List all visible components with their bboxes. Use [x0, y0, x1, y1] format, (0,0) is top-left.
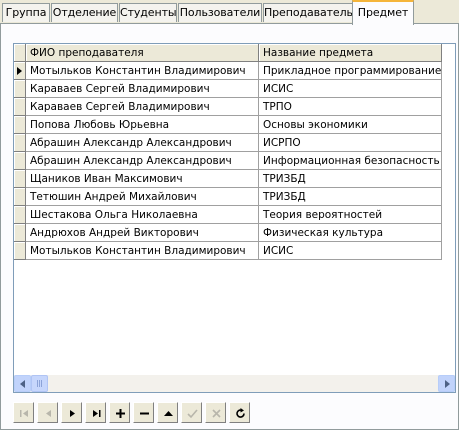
tab-group[interactable]: Группа	[2, 3, 50, 22]
cell-teacher-name[interactable]: Караваев Сергей Владимирович	[25, 97, 259, 116]
table-row[interactable]: Андрюхов Андрей Викторович Физическая кул…	[14, 223, 443, 242]
cell-subject-name[interactable]: ИСИС	[258, 241, 443, 260]
row-indicator[interactable]	[14, 187, 26, 206]
refresh-data-button[interactable]	[229, 402, 250, 423]
indicator-header	[14, 44, 26, 62]
column-header-subject[interactable]: Название предмета	[258, 44, 443, 62]
row-indicator[interactable]	[14, 223, 26, 242]
first-record-button[interactable]	[13, 402, 34, 423]
column-header-teacher[interactable]: ФИО преподавателя	[25, 44, 259, 62]
cell-subject-name[interactable]: Прикладное программирование	[258, 61, 443, 80]
tab-subject[interactable]: Предмет	[352, 0, 414, 25]
cell-subject-name[interactable]: ТРИЗБД	[258, 169, 443, 188]
cell-teacher-name[interactable]: Абрашин Александр Александрович	[25, 133, 259, 152]
horizontal-scrollbar[interactable]	[14, 375, 455, 392]
table-row[interactable]: Шестакова Ольга Николаевна Теория вероятн…	[14, 205, 443, 224]
subjects-grid[interactable]: ФИО преподавателя Название предмета Моты…	[13, 43, 456, 393]
post-edit-button[interactable]	[181, 402, 202, 423]
grip-icon	[39, 380, 40, 387]
tab-department[interactable]: Отделение	[51, 3, 118, 22]
cell-subject-name[interactable]: Теория вероятностей	[258, 205, 443, 224]
row-indicator[interactable]	[14, 133, 26, 152]
cell-teacher-name[interactable]: Шестакова Ольга Николаевна	[25, 205, 259, 224]
table-row[interactable]: Тетюшин Андрей Михайлович ТРИЗБД	[14, 187, 443, 206]
cell-teacher-name[interactable]: Тетюшин Андрей Михайлович	[25, 187, 259, 206]
scroll-right-button[interactable]	[438, 375, 455, 392]
table-row[interactable]: Караваев Сергей Владимирович ИСИС	[14, 79, 443, 98]
tab-strip: Группа Отделение Студенты Пользователи П…	[0, 0, 459, 25]
grip-icon	[41, 380, 42, 387]
cell-subject-name[interactable]: Физическая культура	[258, 223, 443, 242]
table-row[interactable]: Мотыльков Константин Владимирович ИСИС	[14, 241, 443, 260]
row-indicator[interactable]	[14, 61, 26, 80]
table-row[interactable]: Караваев Сергей Владимирович ТРПО	[14, 97, 443, 116]
arrow-right-icon	[445, 380, 450, 388]
row-indicator[interactable]	[14, 79, 26, 98]
scroll-left-button[interactable]	[14, 375, 31, 392]
grid-viewport: ФИО преподавателя Название предмета Моты…	[14, 44, 455, 375]
table-row[interactable]: Абрашин Александр Александрович Информаци…	[14, 151, 443, 170]
grip-icon	[37, 380, 38, 387]
scroll-thumb[interactable]	[31, 375, 48, 392]
prior-record-button[interactable]	[37, 402, 58, 423]
next-record-button[interactable]	[61, 402, 82, 423]
cell-teacher-name[interactable]: Щаников Иван Максимович	[25, 169, 259, 188]
cell-subject-name[interactable]: Информационная безопасность	[258, 151, 443, 170]
cancel-edit-button[interactable]	[205, 402, 226, 423]
cell-subject-name[interactable]: ИСРПО	[258, 133, 443, 152]
edit-record-button[interactable]	[157, 402, 178, 423]
cell-subject-name[interactable]: ТРПО	[258, 97, 443, 116]
cell-teacher-name[interactable]: Мотыльков Константин Владимирович	[25, 241, 259, 260]
header-row: ФИО преподавателя Название предмета	[14, 44, 443, 62]
cell-teacher-name[interactable]: Абрашин Александр Александрович	[25, 151, 259, 170]
cell-teacher-name[interactable]: Караваев Сергей Владимирович	[25, 79, 259, 98]
table-row[interactable]: Абрашин Александр Александрович ИСРПО	[14, 133, 443, 152]
tab-teacher[interactable]: Преподаватель	[263, 3, 353, 22]
cell-subject-name[interactable]: Основы экономики	[258, 115, 443, 134]
tab-users[interactable]: Пользователи	[178, 3, 262, 22]
cell-subject-name[interactable]: ТРИЗБД	[258, 187, 443, 206]
table-row[interactable]: Попова Любовь Юрьевна Основы экономики	[14, 115, 443, 134]
row-indicator[interactable]	[14, 115, 26, 134]
row-indicator[interactable]	[14, 151, 26, 170]
table-row[interactable]: Мотыльков Константин Владимирович Приклад…	[14, 61, 443, 80]
tab-students[interactable]: Студенты	[119, 3, 177, 22]
cell-subject-name[interactable]: ИСИС	[258, 79, 443, 98]
arrow-left-icon	[20, 380, 25, 388]
current-row-pointer-icon	[17, 66, 22, 75]
table-row[interactable]: Щаников Иван Максимович ТРИЗБД	[14, 169, 443, 188]
row-indicator[interactable]	[14, 205, 26, 224]
subjects-table: ФИО преподавателя Название предмета Моты…	[14, 44, 443, 260]
row-indicator[interactable]	[14, 169, 26, 188]
insert-record-button[interactable]	[109, 402, 130, 423]
row-indicator[interactable]	[14, 241, 26, 260]
cell-teacher-name[interactable]: Попова Любовь Юрьевна	[25, 115, 259, 134]
cell-teacher-name[interactable]: Андрюхов Андрей Викторович	[25, 223, 259, 242]
last-record-button[interactable]	[85, 402, 106, 423]
row-indicator[interactable]	[14, 97, 26, 116]
cell-teacher-name[interactable]: Мотыльков Константин Владимирович	[25, 61, 259, 80]
delete-record-button[interactable]	[133, 402, 154, 423]
